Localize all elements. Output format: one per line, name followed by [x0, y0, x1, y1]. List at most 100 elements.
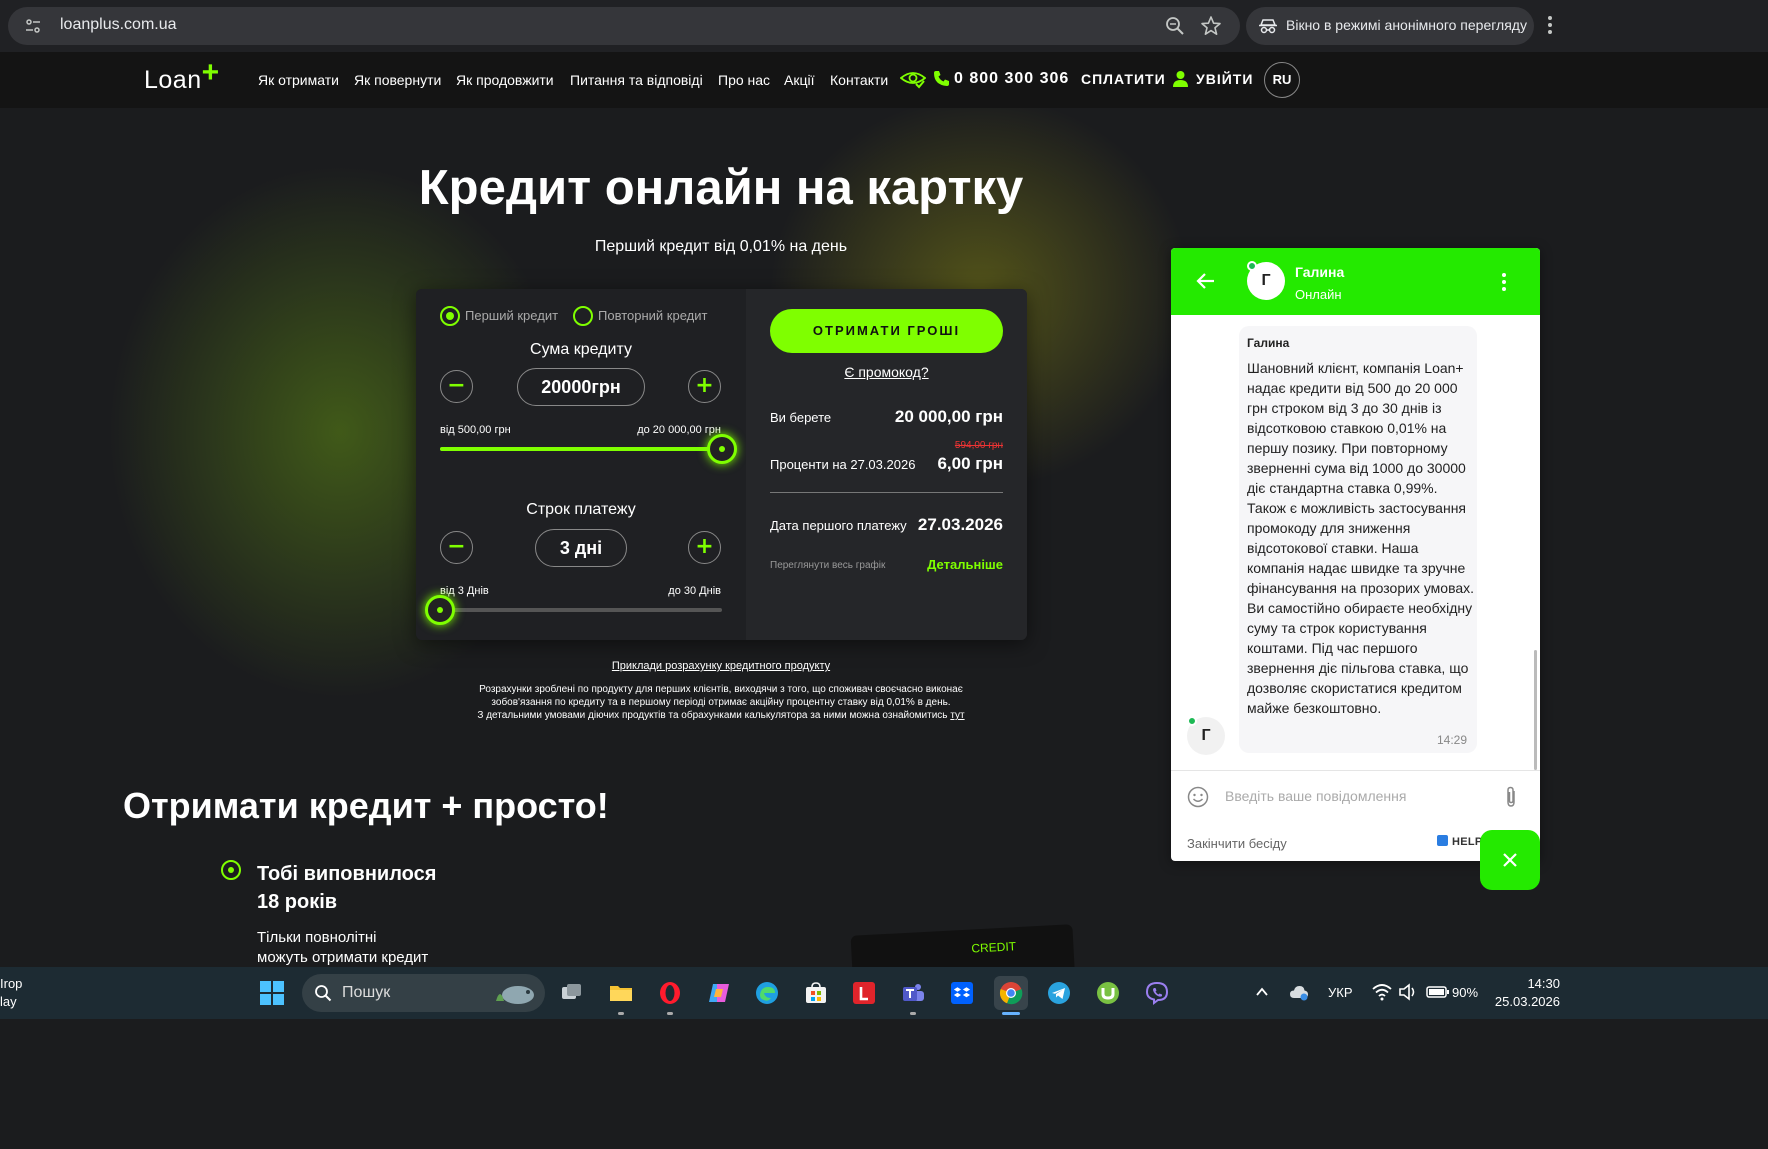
logo-text: Loan — [144, 66, 202, 94]
wifi-icon[interactable] — [1372, 983, 1392, 1001]
amount-heading: Сума кредиту — [530, 341, 632, 358]
task-view-app[interactable] — [555, 976, 589, 1010]
battery-icon[interactable] — [1426, 983, 1450, 1001]
take-value: 20 000,00 грн — [894, 407, 1003, 426]
emoji-icon[interactable] — [1187, 786, 1209, 808]
agent-status: Онлайн — [1295, 287, 1342, 302]
taskbar-widget-line-1: Irop — [0, 976, 23, 991]
l-app[interactable] — [847, 976, 881, 1010]
incognito-indicator[interactable]: Вікно в режимі анонімного перегляду — [1246, 7, 1534, 45]
phone-icon — [933, 70, 950, 87]
taskbar-widget[interactable]: Irop lay — [0, 975, 22, 1011]
bookmark-star-icon[interactable] — [1200, 15, 1222, 37]
radio-repeat-loan-label[interactable]: Повторний кредит — [598, 308, 707, 323]
language-switch-button[interactable]: RU — [1264, 62, 1300, 98]
radio-first-loan-label[interactable]: Перший кредит — [465, 308, 558, 323]
telegram-app[interactable] — [1042, 976, 1076, 1010]
pay-link[interactable]: СПЛАТИТИ — [1081, 71, 1166, 87]
user-icon[interactable] — [1172, 70, 1189, 87]
disclaimer-here-link[interactable]: тут — [950, 710, 964, 721]
calculator-inputs: Перший кредит Повторний кредит Сума кред… — [416, 289, 746, 640]
disclaimer-line-3-wrap: З детальними умовами діючих продуктів та… — [420, 709, 1022, 722]
windows-start-icon[interactable] — [259, 980, 285, 1006]
chevron-up-icon[interactable] — [1254, 984, 1270, 1000]
promo-code-link[interactable]: Є промокод? — [746, 364, 1027, 380]
radio-repeat-loan[interactable] — [573, 306, 593, 326]
opera-running-dot — [667, 1012, 673, 1015]
chat-close-button[interactable] — [1480, 830, 1540, 890]
paperclip-icon[interactable] — [1503, 785, 1519, 809]
amount-value[interactable]: 20000грн — [517, 368, 645, 406]
term-increase-button[interactable]: + — [688, 531, 721, 564]
term-value[interactable]: 3 дні — [535, 529, 627, 567]
address-bar[interactable]: loanplus.com.ua — [8, 7, 1240, 45]
utorrent-app[interactable] — [1091, 976, 1125, 1010]
term-min-label: від 3 Днів — [440, 585, 489, 597]
taskbar-search[interactable]: Пошук — [302, 974, 545, 1012]
arrow-left-icon[interactable] — [1195, 270, 1217, 292]
hero-title: Кредит онлайн на картку — [418, 161, 1024, 215]
opera-icon — [660, 982, 680, 1004]
file-explorer-app[interactable] — [604, 976, 638, 1010]
interest-label: Проценти на 27.03.2026 — [770, 457, 916, 472]
nav-faq[interactable]: Питання та відповіді — [570, 72, 703, 88]
amount-decrease-button[interactable]: − — [440, 370, 473, 403]
nav-promotions[interactable]: Акції — [784, 72, 814, 88]
incognito-icon — [1258, 16, 1278, 36]
nav-how-to-get[interactable]: Як отримати — [258, 72, 339, 88]
term-slider-track[interactable] — [440, 608, 722, 612]
nav-about[interactable]: Про нас — [718, 72, 770, 88]
bullet-text-line-2: можуть отримати кредит — [257, 949, 429, 966]
message-author: Галина — [1247, 336, 1290, 350]
volume-icon[interactable] — [1398, 983, 1418, 1001]
phone-number-link[interactable]: 0 800 300 306 — [954, 70, 1069, 88]
view-schedule-link[interactable]: Переглянути весь графік — [770, 560, 885, 571]
browser-menu-icon[interactable] — [1548, 14, 1554, 36]
dropbox-app[interactable] — [945, 976, 979, 1010]
get-money-button[interactable]: ОТРИМАТИ ГРОШІ — [770, 309, 1003, 353]
edge-app[interactable] — [750, 976, 784, 1010]
nav-how-to-repay[interactable]: Як повернути — [354, 72, 441, 88]
chat-message-input[interactable] — [1225, 783, 1495, 809]
dropbox-icon — [951, 982, 973, 1004]
opera-app[interactable] — [653, 976, 687, 1010]
nav-contacts[interactable]: Контакти — [830, 72, 888, 88]
section-title: Отримати кредит + просто! — [123, 785, 609, 826]
system-clock[interactable]: 14:30 25.03.2026 — [1490, 975, 1560, 1011]
cloud-sync-icon[interactable] — [1289, 983, 1309, 1001]
details-link[interactable]: Детальніше — [927, 557, 1003, 572]
viber-app[interactable] — [1140, 976, 1174, 1010]
login-link[interactable]: УВІЙТИ — [1196, 71, 1253, 87]
accessibility-eye-icon[interactable] — [899, 68, 927, 90]
copilot-app[interactable] — [702, 976, 736, 1010]
amount-increase-button[interactable]: + — [688, 370, 721, 403]
term-slider-handle[interactable] — [425, 595, 455, 625]
chat-widget: Г Галина Онлайн Галина Шановний клієнт, … — [1171, 248, 1540, 861]
radio-first-loan[interactable] — [440, 306, 460, 326]
term-decrease-button[interactable]: − — [440, 531, 473, 564]
site-info-icon[interactable] — [24, 17, 42, 35]
site-header: Loan+ Як отримати Як повернути Як продов… — [0, 52, 1768, 108]
microsoft-store-app[interactable] — [799, 976, 833, 1010]
more-vertical-icon[interactable] — [1502, 273, 1506, 291]
agent-name: Галина — [1295, 264, 1345, 280]
nav-how-to-extend[interactable]: Як продовжити — [456, 72, 554, 88]
amount-slider-handle[interactable] — [707, 434, 737, 464]
teams-app[interactable] — [896, 976, 930, 1010]
keyboard-language[interactable]: УКР — [1328, 985, 1353, 1000]
zoom-icon[interactable] — [1164, 15, 1186, 37]
amount-slider-fill — [440, 447, 722, 451]
url-text[interactable]: loanplus.com.ua — [60, 16, 177, 34]
telegram-icon — [1048, 982, 1070, 1004]
end-chat-link[interactable]: Закінчити бесіду — [1187, 836, 1287, 851]
message-bubble: Галина Шановний клієнт, компанія Loan+ н… — [1239, 326, 1477, 753]
chat-messages: Галина Шановний клієнт, компанія Loan+ н… — [1171, 315, 1540, 770]
chrome-app[interactable] — [994, 976, 1028, 1010]
amount-slider-track[interactable] — [440, 447, 722, 451]
chat-composer — [1171, 770, 1540, 822]
site-logo[interactable]: Loan+ — [144, 56, 220, 96]
teams-icon — [903, 984, 924, 1001]
chat-scrollbar[interactable] — [1534, 650, 1537, 770]
chrome-icon — [999, 982, 1023, 1005]
folder-icon — [610, 986, 632, 1001]
